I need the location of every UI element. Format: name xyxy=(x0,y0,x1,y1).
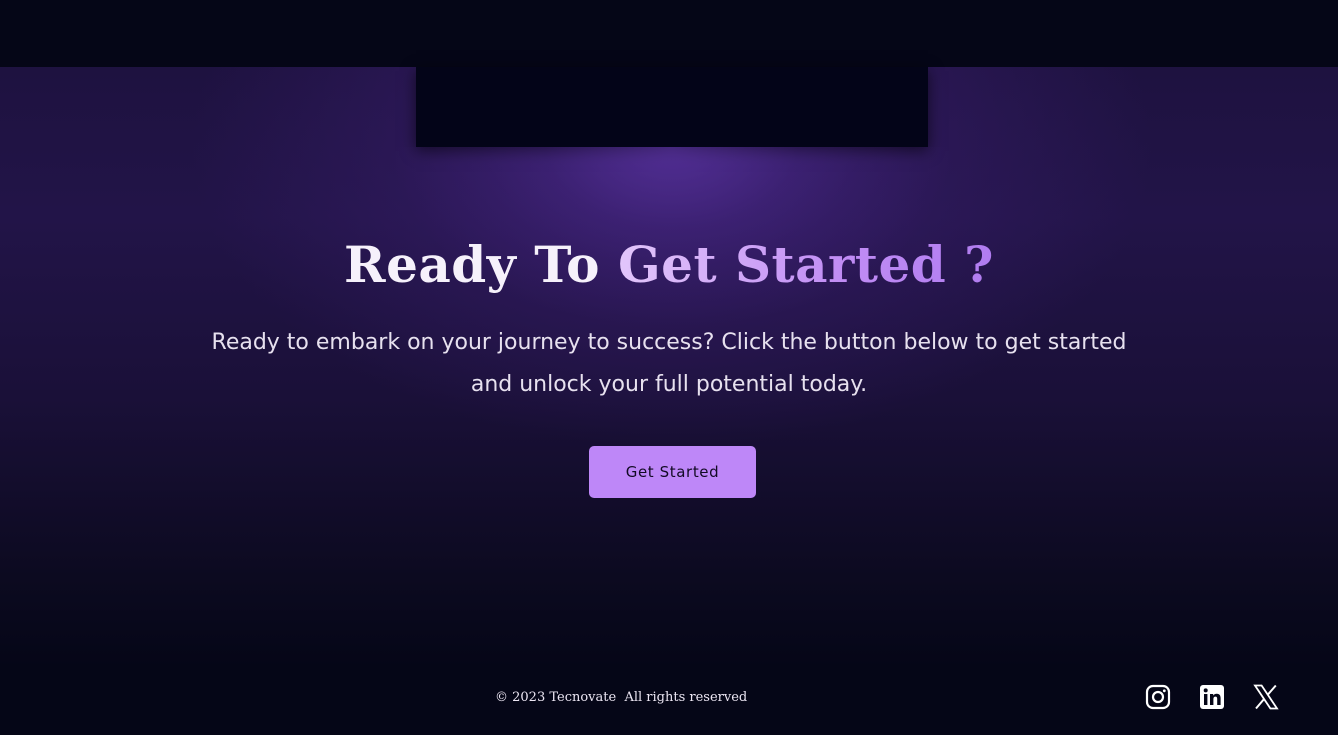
get-started-button[interactable]: Get Started xyxy=(589,446,756,498)
linkedin-link[interactable] xyxy=(1199,684,1225,710)
cta-section: Ready To Get Started ? Ready to embark o… xyxy=(0,67,1338,667)
cta-headline: Ready To Get Started ? xyxy=(0,230,1338,300)
headline-accent-part: Get Started ? xyxy=(617,235,994,294)
footer: © 2023 Tecnovate All rights reserved xyxy=(0,667,1338,735)
x-icon xyxy=(1253,684,1279,710)
x-link[interactable] xyxy=(1253,684,1279,710)
page: Ready To Get Started ? Ready to embark o… xyxy=(0,0,1338,735)
cta-subtitle: Ready to embark on your journey to succe… xyxy=(211,330,1127,397)
top-band xyxy=(0,0,1338,67)
instagram-link[interactable] xyxy=(1145,684,1171,710)
instagram-icon xyxy=(1145,684,1171,710)
lamp-shade xyxy=(416,67,928,147)
copyright-text: © 2023 Tecnovate All rights reserved xyxy=(495,690,748,705)
headline-white-part: Ready To xyxy=(344,235,618,294)
linkedin-icon xyxy=(1200,685,1224,709)
